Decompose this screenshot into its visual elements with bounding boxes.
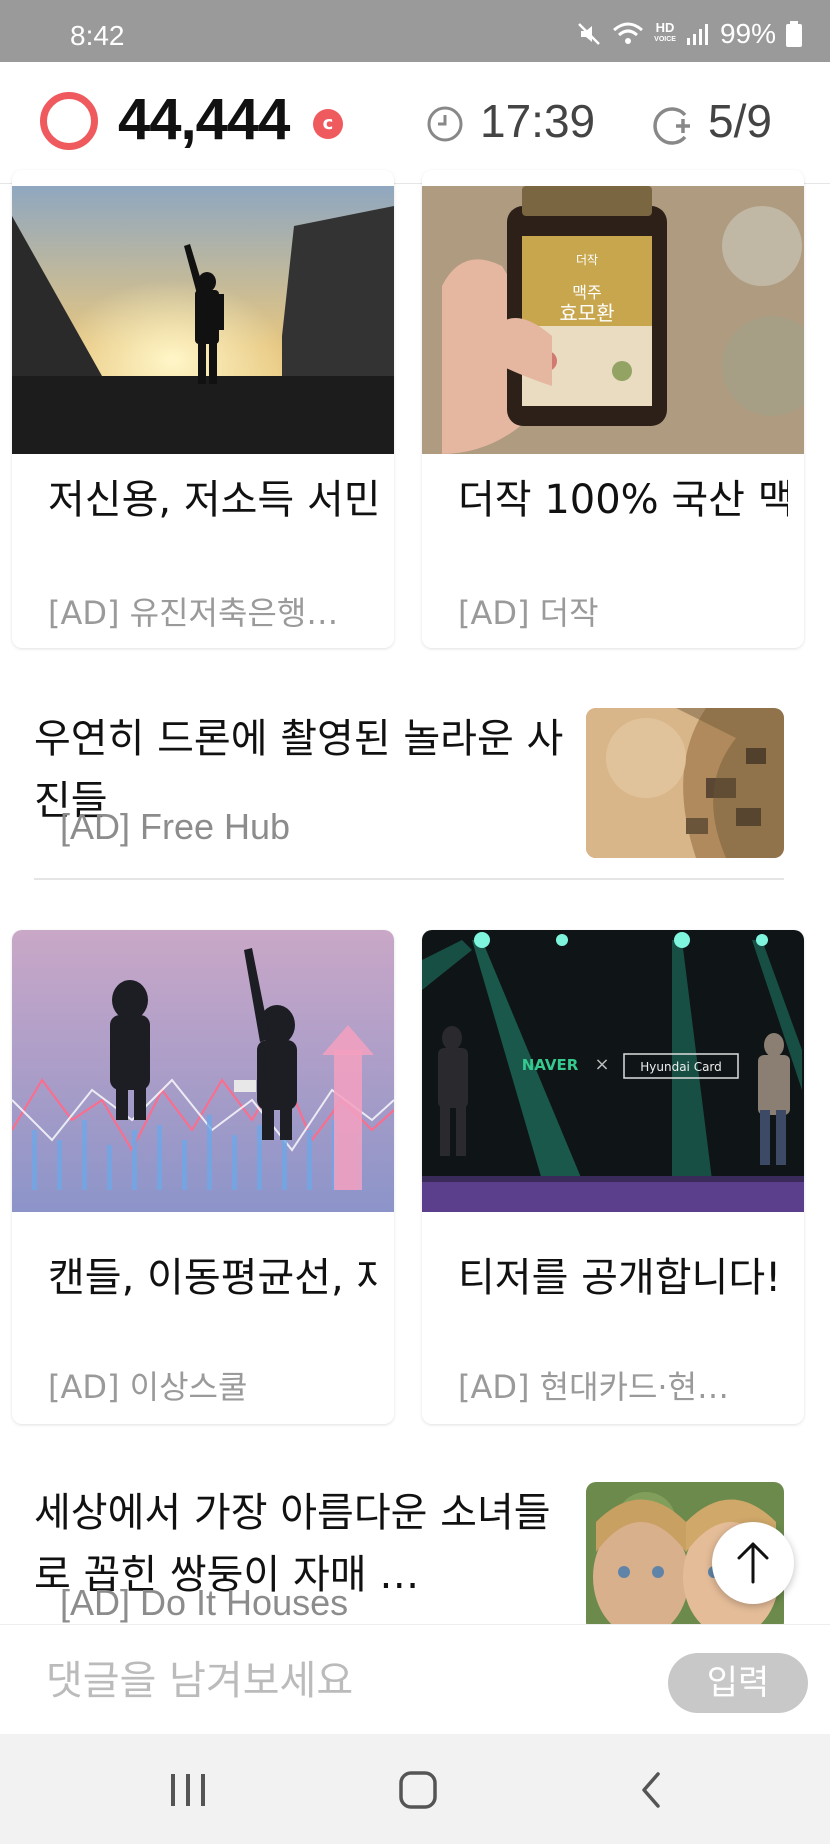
comment-bar: 입력	[0, 1624, 830, 1734]
timer-value: 17:39	[480, 95, 596, 147]
card-sponsor: [AD] 현대카드·현…	[458, 1368, 730, 1406]
list-item-sponsor: [AD] Free Hub	[60, 806, 291, 847]
ad-list-item[interactable]: 우연히 드론에 촬영된 놀라운 사진들 [AD] Free Hub	[34, 708, 784, 858]
card-sponsor: [AD] 더작	[458, 594, 599, 632]
svg-text:효모환: 효모환	[559, 301, 614, 325]
card-title: 더작 100% 국산 맥주효모…	[458, 477, 788, 523]
coin-plus-icon	[653, 107, 690, 145]
scroll-top-button[interactable]	[712, 1522, 794, 1604]
svg-text:맥주: 맥주	[572, 283, 601, 302]
wifi-icon	[613, 22, 644, 44]
mute-icon	[578, 23, 601, 45]
list-item-title: 우연히 드론에 촬영된 놀라운 사진들	[34, 716, 564, 820]
battery-percent: 99%	[719, 18, 776, 49]
ad-card[interactable]: 캔들, 이동평균선, 재무제표 한번… [AD] 이상스쿨	[12, 930, 394, 1424]
ad-card[interactable]: NAVER × Hyundai Card 티저를 공개합니다! 현… [AD] …	[422, 930, 804, 1424]
system-nav-bar	[0, 1734, 830, 1844]
clock-icon	[427, 106, 463, 142]
status-icons: HD VOICE 99%	[576, 18, 802, 50]
card-title: 저신용, 저소득 서민을 위한…	[48, 477, 378, 523]
svg-text:더작: 더작	[576, 253, 598, 267]
status-time: 8:42	[70, 20, 125, 51]
svg-text:NAVER: NAVER	[522, 1056, 579, 1074]
card-title: 티저를 공개합니다! 현…	[458, 1255, 788, 1301]
svg-text:×: ×	[594, 1054, 609, 1075]
recent-apps-icon[interactable]	[168, 1772, 208, 1808]
card-image	[12, 930, 394, 1212]
home-icon[interactable]	[398, 1770, 438, 1810]
card-image: 더작 맥주 효모환	[422, 186, 804, 454]
ad-card[interactable]: 더작 맥주 효모환 더작 100% 국산 맥주효모… [AD] 더작	[422, 170, 804, 648]
card-image: NAVER × Hyundai Card	[422, 930, 804, 1212]
hd-voice-icon: HD VOICE	[654, 20, 676, 43]
card-image	[12, 186, 394, 454]
progress-ring-icon[interactable]	[40, 92, 98, 150]
card-sponsor: [AD] 이상스쿨	[48, 1368, 248, 1406]
ad-list-item[interactable]: 세상에서 가장 아름다운 소녀들로 꼽힌 쌍둥이 자매 … [AD] Do It…	[34, 1482, 784, 1624]
signal-icon	[686, 24, 708, 45]
submit-button[interactable]: 입력	[668, 1653, 808, 1713]
reward-count: 5/9	[708, 95, 772, 147]
card-title: 캔들, 이동평균선, 재무제표 한번…	[48, 1255, 378, 1301]
status-bar: 8:42 HD VOICE 99%	[0, 0, 830, 62]
arrow-up-icon	[737, 1542, 769, 1584]
reward-header: 44,444 c 17:39 5/9	[0, 62, 830, 184]
list-item-thumbnail	[586, 708, 784, 858]
battery-icon	[786, 21, 802, 47]
svg-text:Hyundai Card: Hyundai Card	[640, 1060, 722, 1074]
back-icon[interactable]	[636, 1770, 666, 1810]
ad-card[interactable]: 저신용, 저소득 서민을 위한… [AD] 유진저축은행…	[12, 170, 394, 648]
comment-input[interactable]	[46, 1651, 606, 1711]
list-item-sponsor: [AD] Do It Houses	[60, 1582, 349, 1623]
list-item-title: 세상에서 가장 아름다운 소녀들로 꼽힌 쌍둥이 자매 …	[34, 1490, 551, 1594]
coin-icon: c	[313, 109, 343, 139]
points-total: 44,444	[118, 87, 290, 152]
card-sponsor: [AD] 유진저축은행…	[48, 594, 339, 632]
divider	[34, 878, 784, 880]
